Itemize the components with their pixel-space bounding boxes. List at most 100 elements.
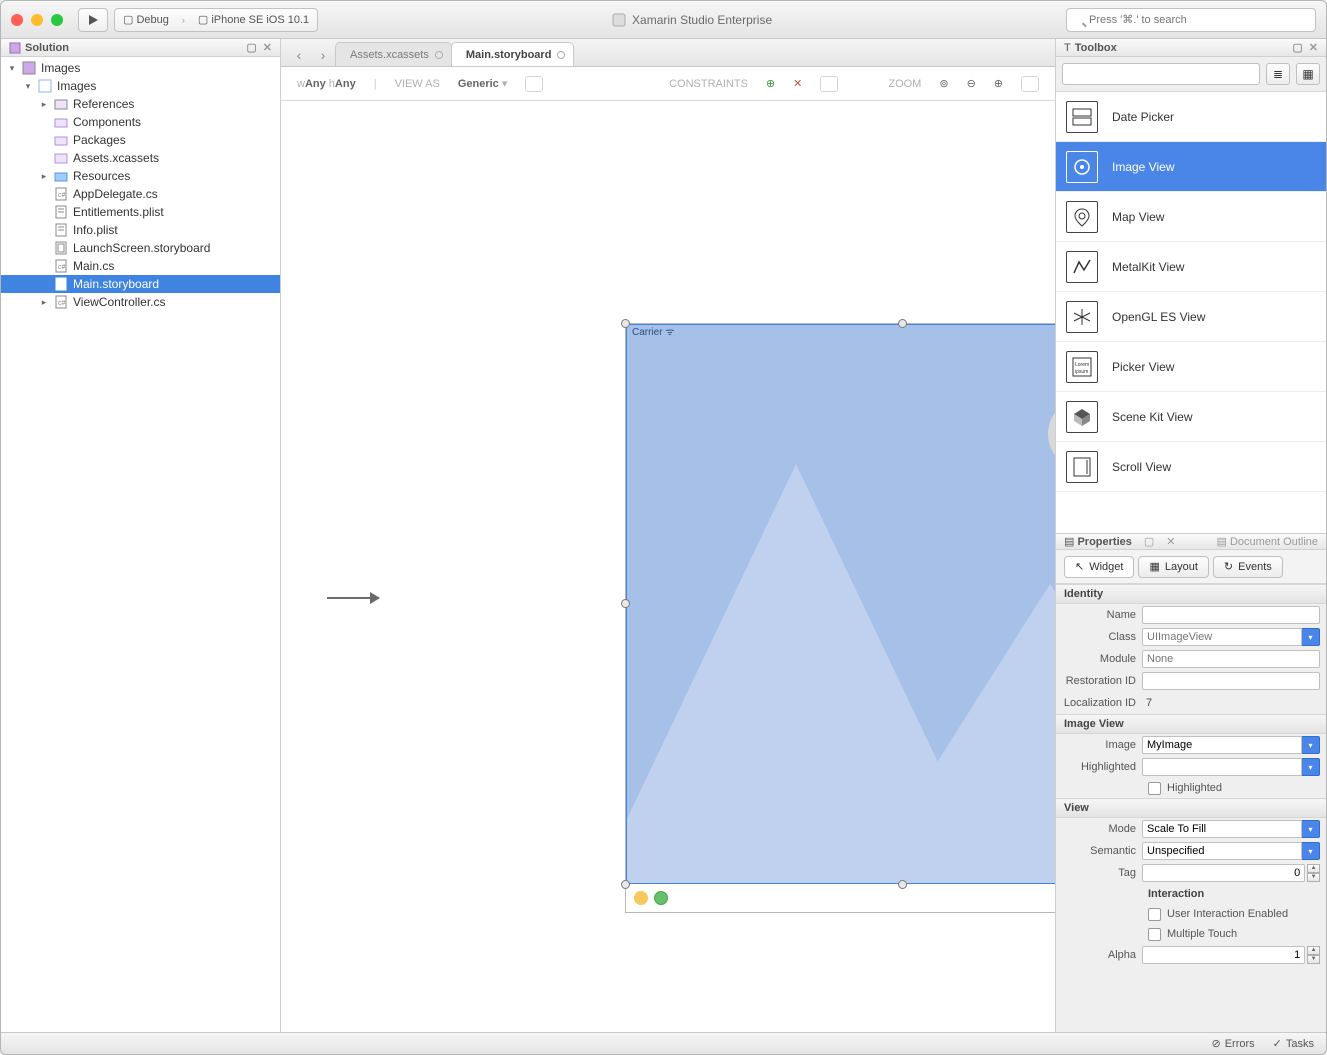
- first-responder-icon[interactable]: [654, 891, 668, 905]
- tree-item[interactable]: c#Main.cs: [1, 257, 280, 275]
- panel-close-icon[interactable]: ✕: [263, 41, 272, 54]
- identity-name-input[interactable]: [1142, 606, 1320, 624]
- disclosure-icon[interactable]: ▾: [23, 81, 33, 92]
- errors-button[interactable]: ⊘Errors: [1211, 1037, 1254, 1050]
- cs-icon: c#: [53, 186, 69, 202]
- minimize-window-icon[interactable]: [31, 14, 43, 26]
- device-frame[interactable]: Carrier ᯤ: [625, 323, 1055, 913]
- identity-class-input[interactable]: [1142, 628, 1302, 646]
- properties-body[interactable]: Identity Name Class▾ Module Restoration …: [1056, 584, 1326, 1032]
- tree-item[interactable]: Components: [1, 113, 280, 131]
- tree-item[interactable]: ▾ Images: [1, 59, 280, 77]
- run-button[interactable]: [78, 8, 108, 32]
- toolbox-item-label: MetalKit View: [1112, 260, 1184, 274]
- run-config-selector[interactable]: ▢ Debug › ▢ iPhone SE iOS 10.1: [114, 8, 318, 32]
- highlighted-checkbox[interactable]: [1148, 782, 1161, 795]
- tree-item[interactable]: ▸ Resources: [1, 167, 280, 185]
- tasks-button[interactable]: ✓Tasks: [1273, 1037, 1314, 1050]
- view-semantic-input[interactable]: [1142, 842, 1302, 860]
- scene-dock[interactable]: [626, 884, 1055, 912]
- user-interaction-checkbox[interactable]: [1148, 908, 1161, 921]
- toolbox-search-input[interactable]: [1062, 63, 1260, 85]
- highlighted-input[interactable]: [1142, 758, 1302, 776]
- toolbox-item[interactable]: LoremipsumPicker View: [1056, 342, 1326, 392]
- close-window-icon[interactable]: [11, 14, 23, 26]
- nav-forward-icon[interactable]: ›: [311, 44, 335, 66]
- toolbox-item[interactable]: MetalKit View: [1056, 242, 1326, 292]
- nav-back-icon[interactable]: ‹: [287, 44, 311, 66]
- tab-events[interactable]: ↻Events: [1213, 556, 1283, 578]
- toolbox-item[interactable]: Date Picker: [1056, 92, 1326, 142]
- view-tag-input[interactable]: [1142, 864, 1305, 882]
- zoom-fit-icon[interactable]: ⊚: [939, 77, 948, 90]
- zoom-window-icon[interactable]: [51, 14, 63, 26]
- tree-item-label: Images: [41, 61, 80, 75]
- toolbox-item[interactable]: OpenGL ES View: [1056, 292, 1326, 342]
- alpha-stepper[interactable]: ▲▼: [1307, 946, 1320, 964]
- tree-item-label: Resources: [73, 169, 130, 183]
- update-frames-icon[interactable]: [820, 76, 838, 92]
- combo-chevron-icon[interactable]: ▾: [1302, 842, 1320, 860]
- panel-popout-icon[interactable]: ▢: [1144, 535, 1154, 548]
- panel-popout-icon[interactable]: ▢: [246, 41, 256, 54]
- search-input[interactable]: [1066, 8, 1316, 32]
- combo-chevron-icon[interactable]: ▾: [1302, 628, 1320, 646]
- tree-item[interactable]: Info.plist: [1, 221, 280, 239]
- panel-close-icon[interactable]: ✕: [1309, 41, 1318, 54]
- zoom-out-icon[interactable]: ⊖: [967, 77, 976, 90]
- global-search[interactable]: [1066, 8, 1316, 32]
- disclosure-icon[interactable]: ▾: [7, 63, 17, 74]
- size-class[interactable]: wAny hAny: [297, 78, 356, 90]
- toolbox-item[interactable]: Image View: [1056, 142, 1326, 192]
- tree-item[interactable]: LaunchScreen.storyboard: [1, 239, 280, 257]
- editor-tabbar: ‹ › Assets.xcassetsMain.storyboard: [281, 39, 1055, 67]
- toolbox-item[interactable]: Map View: [1056, 192, 1326, 242]
- image-input[interactable]: [1142, 736, 1302, 754]
- identity-restoration-input[interactable]: [1142, 672, 1320, 690]
- tree-item[interactable]: Assets.xcassets: [1, 149, 280, 167]
- combo-chevron-icon[interactable]: ▾: [1302, 758, 1320, 776]
- tree-item[interactable]: Main.storyboard: [1, 275, 280, 293]
- multiple-touch-checkbox[interactable]: [1148, 928, 1161, 941]
- document-outline-tab[interactable]: Document Outline: [1230, 536, 1318, 548]
- identity-module-input[interactable]: [1142, 650, 1320, 668]
- viewas-selector[interactable]: Generic ▾: [458, 77, 508, 90]
- toolbox-grid-view-icon[interactable]: ▦: [1296, 63, 1320, 85]
- tree-item[interactable]: ▸c#ViewController.cs: [1, 293, 280, 311]
- panel-popout-icon[interactable]: ▢: [1292, 41, 1302, 54]
- tree-item[interactable]: ▾Images: [1, 77, 280, 95]
- disclosure-icon[interactable]: ▸: [39, 99, 49, 110]
- zoom-in-icon[interactable]: ⊕: [994, 77, 1003, 90]
- tab-layout[interactable]: ▦Layout: [1138, 556, 1208, 578]
- tree-item[interactable]: ▸References: [1, 95, 280, 113]
- toolbox-list[interactable]: Date PickerImage ViewMap View MetalKit Vi…: [1056, 92, 1326, 533]
- view-alpha-input[interactable]: [1142, 946, 1305, 964]
- tab-widget[interactable]: ↖Widget: [1064, 556, 1134, 578]
- clear-constraints-icon[interactable]: ✕: [793, 77, 802, 90]
- tree-item-label: Info.plist: [73, 223, 118, 237]
- tab-close-icon[interactable]: [435, 51, 443, 59]
- tree-item[interactable]: Packages: [1, 131, 280, 149]
- picker-icon: Loremipsum: [1066, 351, 1098, 383]
- combo-chevron-icon[interactable]: ▾: [1302, 820, 1320, 838]
- toolbox-item[interactable]: Scene Kit View: [1056, 392, 1326, 442]
- solution-tree[interactable]: ▾Images▾Images▸ReferencesComponentsPacka…: [1, 57, 280, 1032]
- view-mode-input[interactable]: [1142, 820, 1302, 838]
- disclosure-icon[interactable]: ▸: [39, 297, 49, 308]
- tree-item[interactable]: c#AppDelegate.cs: [1, 185, 280, 203]
- panel-close-icon[interactable]: ✕: [1166, 535, 1175, 548]
- editor-tab[interactable]: Assets.xcassets: [335, 42, 452, 66]
- add-constraints-icon[interactable]: ⊕: [766, 77, 775, 90]
- editor-tab[interactable]: Main.storyboard: [451, 42, 575, 66]
- zoom-actual-icon[interactable]: [1021, 76, 1039, 92]
- viewcontroller-icon[interactable]: [634, 891, 648, 905]
- tree-item[interactable]: Entitlements.plist: [1, 203, 280, 221]
- storyboard-canvas[interactable]: Carrier ᯤ: [281, 101, 1055, 1032]
- orientation-toggle[interactable]: [525, 76, 543, 92]
- toolbox-item[interactable]: Scroll View: [1056, 442, 1326, 492]
- tab-close-icon[interactable]: [557, 51, 565, 59]
- combo-chevron-icon[interactable]: ▾: [1302, 736, 1320, 754]
- toolbox-list-view-icon[interactable]: ≣: [1266, 63, 1290, 85]
- tag-stepper[interactable]: ▲▼: [1307, 864, 1320, 882]
- disclosure-icon[interactable]: ▸: [39, 171, 49, 182]
